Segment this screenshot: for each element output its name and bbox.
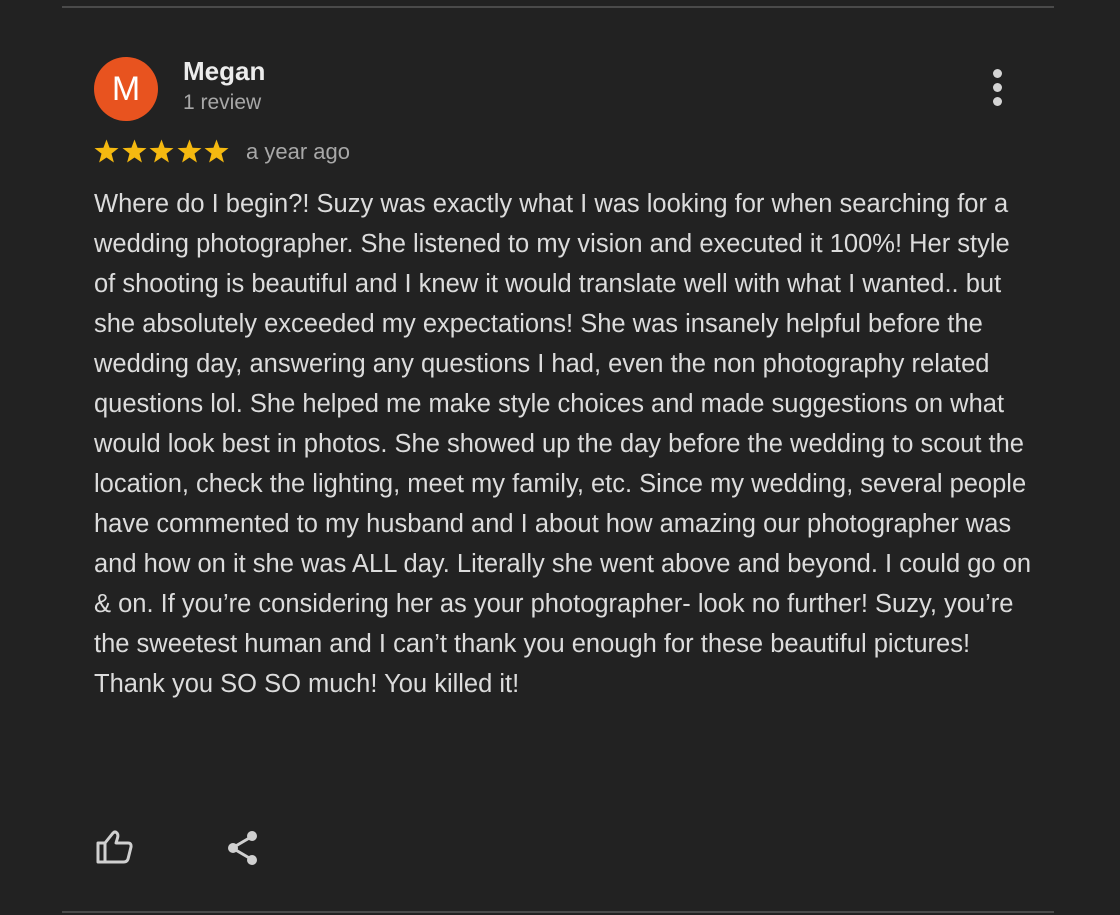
avatar-initial: M bbox=[111, 70, 141, 108]
thumbs-up-icon bbox=[94, 828, 136, 868]
bottom-divider bbox=[62, 911, 1054, 913]
star-icon bbox=[148, 138, 175, 165]
like-button[interactable] bbox=[94, 828, 136, 868]
star-icon bbox=[176, 138, 203, 165]
review-date: a year ago bbox=[246, 139, 350, 164]
top-divider bbox=[62, 6, 1054, 8]
reviewer-name[interactable]: Megan bbox=[183, 56, 265, 87]
avatar[interactable]: M bbox=[94, 57, 158, 121]
review-text: Where do I begin?! Suzy was exactly what… bbox=[94, 190, 1032, 698]
star-icon bbox=[121, 138, 148, 165]
more-options-button[interactable] bbox=[980, 66, 1016, 110]
share-icon bbox=[223, 828, 263, 868]
star-rating bbox=[93, 138, 231, 168]
star-icon bbox=[93, 138, 120, 165]
reviewer-review-count[interactable]: 1 review bbox=[183, 91, 261, 115]
share-button[interactable] bbox=[223, 828, 263, 868]
star-icon bbox=[203, 138, 230, 165]
